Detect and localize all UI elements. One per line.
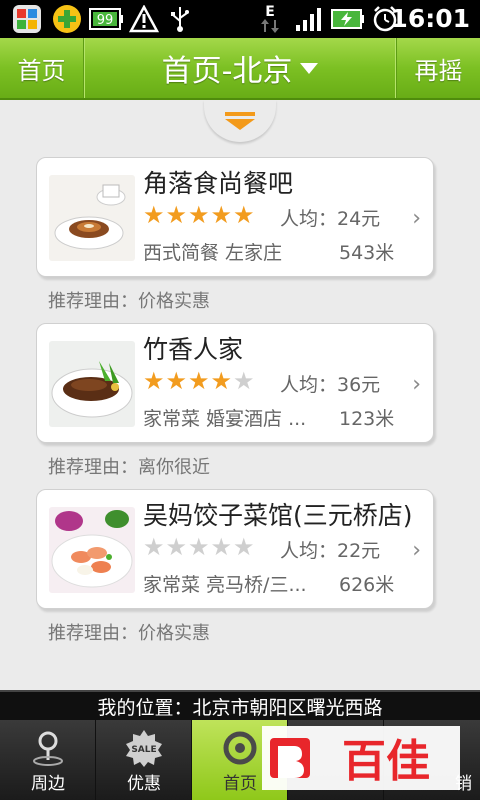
steak-dish-image xyxy=(49,341,135,427)
star-rating: ★ ★ ★ ★ ★ xyxy=(143,534,256,560)
star-rating: ★ ★ ★ ★ ★ xyxy=(143,368,256,394)
recommend-reason: 推荐理由：价格实惠 xyxy=(48,623,210,644)
signal-icon xyxy=(292,5,324,33)
warning-icon xyxy=(128,5,160,33)
caret-down-icon xyxy=(300,62,319,74)
tab-nearby[interactable]: 周边 xyxy=(0,720,96,800)
dessert-plate-image xyxy=(49,175,135,261)
network-type-label: E xyxy=(265,4,275,20)
restaurant-category: 家常菜 亮马桥/三... xyxy=(143,574,307,596)
clock-time: 16:01 xyxy=(390,4,470,33)
restaurant-name: 吴妈饺子菜馆(三元桥店) xyxy=(143,501,413,530)
status-bar: 99 E 16:01 xyxy=(0,0,480,38)
home-button[interactable]: 首页 xyxy=(0,38,84,98)
recommend-reason: 推荐理由：价格实惠 xyxy=(48,291,210,312)
star-icon: ★ xyxy=(143,533,165,561)
header-bar: 首页 首页-北京 再摇 xyxy=(0,38,480,100)
shake-icon xyxy=(220,728,260,768)
star-icon: ★ xyxy=(210,367,233,395)
restaurant-card[interactable]: 竹香人家 ★ ★ ★ ★ ★ 人均：36元 家常菜 婚宴酒店 ... 123米 › xyxy=(36,323,434,443)
star-icon: ★ xyxy=(233,533,255,561)
restaurant-card[interactable]: 吴妈饺子菜馆(三元桥店) ★ ★ ★ ★ ★ 人均：22元 家常菜 亮马桥/三... 6… xyxy=(36,489,434,609)
arrow-down-icon xyxy=(225,119,255,130)
average-price: 人均：36元 xyxy=(280,374,381,396)
recommend-reason: 推荐理由：离你很近 xyxy=(48,457,210,478)
network-icon: E xyxy=(256,5,284,33)
star-icon: ★ xyxy=(188,533,210,561)
star-icon: ★ xyxy=(233,201,255,229)
tab-deals[interactable]: SALE 优惠 xyxy=(96,720,192,800)
star-icon: ★ xyxy=(233,367,255,395)
star-icon: ★ xyxy=(165,533,188,561)
star-icon: ★ xyxy=(210,201,233,229)
chevron-right-icon: › xyxy=(412,538,421,563)
tab-label: 周边 xyxy=(31,774,65,794)
city-selector[interactable]: 首页-北京 xyxy=(90,38,390,98)
plus-icon xyxy=(50,5,84,33)
restaurant-distance: 123米 xyxy=(339,408,395,430)
battery-99-icon: 99 xyxy=(88,5,124,33)
star-icon: ★ xyxy=(210,533,233,561)
app-store-icon xyxy=(10,5,44,33)
pull-down-handle[interactable] xyxy=(204,100,276,142)
pull-bar-icon xyxy=(225,112,255,116)
average-price: 人均：24元 xyxy=(280,208,381,230)
svg-text:SALE: SALE xyxy=(131,745,156,755)
nearby-pin-icon xyxy=(28,728,68,768)
star-icon: ★ xyxy=(143,201,165,229)
star-icon: ★ xyxy=(143,367,165,395)
average-price: 人均：22元 xyxy=(280,540,381,562)
chevron-right-icon: › xyxy=(412,372,421,397)
restaurant-distance: 626米 xyxy=(339,574,395,596)
restaurant-category: 西式简餐 左家庄 xyxy=(143,242,283,264)
battery-badge-text: 99 xyxy=(97,13,114,28)
restaurant-distance: 543米 xyxy=(339,242,395,264)
restaurant-name: 竹香人家 xyxy=(143,335,244,364)
chevron-right-icon: › xyxy=(412,206,421,231)
shrimp-dish-image xyxy=(49,507,135,593)
watermark-logo: 百佳 xyxy=(262,726,460,790)
watermark-text: 百佳 xyxy=(342,736,430,786)
page-title: 首页-北京 xyxy=(161,54,293,89)
usb-icon xyxy=(166,5,194,33)
shake-again-button[interactable]: 再摇 xyxy=(396,38,480,98)
tab-label: 优惠 xyxy=(127,774,161,794)
battery-charging-icon xyxy=(330,5,366,33)
restaurant-name: 角落食尚餐吧 xyxy=(143,169,294,198)
sale-badge-icon: SALE xyxy=(124,728,164,768)
star-icon: ★ xyxy=(165,367,188,395)
restaurant-category: 家常菜 婚宴酒店 ... xyxy=(143,408,307,430)
star-icon: ★ xyxy=(188,201,210,229)
star-icon: ★ xyxy=(188,367,210,395)
star-rating: ★ ★ ★ ★ ★ xyxy=(143,202,256,228)
star-icon: ★ xyxy=(165,201,188,229)
my-location-bar: 我的位置：北京市朝阳区曙光西路 xyxy=(0,690,480,720)
restaurant-card[interactable]: 角落食尚餐吧 ★ ★ ★ ★ ★ 人均：24元 西式简餐 左家庄 543米 › xyxy=(36,157,434,277)
